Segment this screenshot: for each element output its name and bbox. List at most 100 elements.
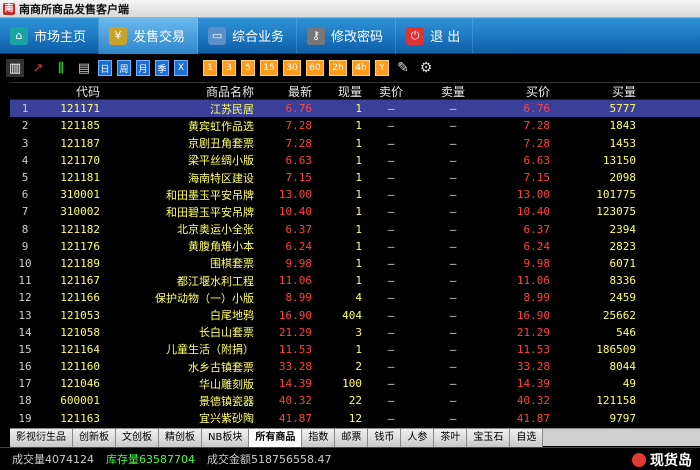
table-row[interactable]: 3 121187 京剧丑角套票 7.28 1 — — 7.28 1453: [10, 135, 700, 152]
table-row[interactable]: 11 121167 都江堰水利工程 11.06 1 — — 11.06 8336: [10, 272, 700, 289]
table-cell: 8.99: [523, 291, 551, 305]
tab-4[interactable]: NB板块: [202, 429, 250, 447]
table-cell: —: [387, 274, 395, 288]
period-button-1[interactable]: 周: [117, 60, 131, 76]
table-row[interactable]: 6 310001 和田墨玉平安吊牌 13.00 1 — — 13.00 101775: [10, 186, 700, 203]
table-cell: 121160: [60, 360, 100, 374]
tab-9[interactable]: 人参: [401, 429, 435, 447]
tab-3[interactable]: 精创板: [159, 429, 202, 447]
tab-11[interactable]: 宝玉石: [467, 429, 511, 447]
table-cell: 121167: [60, 274, 100, 288]
bar-chart-icon[interactable]: ▥: [6, 59, 24, 77]
column-header-4[interactable]: 现量: [314, 83, 364, 100]
table-row[interactable]: 13 121053 白尾地鸦 16.90 404 — — 16.90 25662: [10, 306, 700, 323]
table-row[interactable]: 19 121163 宜兴紫砂陶 41.87 12 — — 41.87 9797: [10, 410, 700, 427]
tab-12[interactable]: 自选: [510, 429, 544, 447]
table-row[interactable]: 16 121160 水乡古镇套票 33.28 2 — — 33.28 8044: [10, 358, 700, 375]
menu-item-label: 发售交易: [133, 30, 186, 45]
table-cell: 1: [355, 205, 362, 219]
table-cell: 14.39: [278, 377, 312, 391]
table-cell: —: [449, 394, 457, 408]
table-cell: 1: [355, 188, 362, 202]
table-row[interactable]: 9 121176 黄腹角雉小本 6.24 1 — — 6.24 2823: [10, 238, 700, 255]
tab-8[interactable]: 钱币: [368, 429, 402, 447]
table-cell: 和田碧玉平安吊牌: [166, 205, 254, 219]
table-cell: 121166: [60, 291, 100, 305]
table-cell: —: [449, 153, 457, 167]
tab-2[interactable]: 文创板: [116, 429, 159, 447]
minute-button-2[interactable]: 5: [241, 60, 255, 76]
calendar-icon[interactable]: ▤: [75, 59, 93, 77]
money-bag-icon: ¥: [109, 26, 128, 45]
minute-button-8[interactable]: Y: [375, 60, 389, 76]
table-row[interactable]: 5 121181 海南特区建设 7.15 1 — — 7.15 2098: [10, 169, 700, 186]
table-row[interactable]: 12 121166 保护动物（一）小版 8.99 4 — — 8.99 2459: [10, 289, 700, 306]
table-cell: 2394: [609, 222, 637, 236]
table-cell: —: [387, 119, 395, 133]
title-bar: 南 南商所商品发售客户端: [0, 0, 700, 18]
line-chart-icon[interactable]: ↗: [29, 59, 47, 77]
table-cell: 1843: [609, 119, 637, 133]
period-button-0[interactable]: 日: [98, 60, 112, 76]
table-cell: —: [449, 360, 457, 374]
column-header-5[interactable]: 卖价: [364, 83, 418, 100]
window-title: 南商所商品发售客户端: [19, 2, 129, 16]
menu-item-3[interactable]: ⚷ 修改密码: [297, 17, 397, 54]
table-cell: 11.06: [278, 274, 312, 288]
table-cell: —: [387, 136, 395, 150]
table-cell: 10.40: [516, 205, 550, 219]
tab-5[interactable]: 所有商品: [249, 429, 303, 447]
tab-7[interactable]: 邮票: [335, 429, 369, 447]
tab-10[interactable]: 茶叶: [434, 429, 468, 447]
table-cell: 和田墨玉平安吊牌: [166, 188, 254, 202]
minute-button-1[interactable]: 3: [222, 60, 236, 76]
menu-item-4[interactable]: ⏻ 退 出: [396, 17, 474, 54]
column-header-8[interactable]: 买量: [552, 83, 638, 100]
monitor-icon: ▭: [208, 26, 227, 45]
minute-button-7[interactable]: 4h: [352, 60, 370, 76]
table-cell: 7.28: [523, 119, 551, 133]
tab-1[interactable]: 创新板: [73, 429, 116, 447]
table-row[interactable]: 4 121170 梁平丝绸小版 6.63 1 — — 6.63 13150: [10, 152, 700, 169]
table-cell: 2098: [609, 171, 637, 185]
minute-button-0[interactable]: 1: [203, 60, 217, 76]
table-row[interactable]: 15 121164 儿童生活（附捐） 11.53 1 — — 11.53 186509: [10, 341, 700, 358]
table-cell: 41.87: [516, 411, 550, 425]
table-cell: 121170: [60, 153, 100, 167]
table-cell: 121185: [60, 119, 100, 133]
tab-6[interactable]: 指数: [302, 429, 336, 447]
table-cell: 14.39: [516, 377, 550, 391]
table-row[interactable]: 7 310002 和田碧玉平安吊牌 10.40 1 — — 10.40 123075: [10, 203, 700, 220]
table-row[interactable]: 8 121182 北京奥运小全张 6.37 1 — — 6.37 2394: [10, 221, 700, 238]
menu-item-0[interactable]: ⌂ 市场主页: [0, 17, 100, 54]
column-header-2[interactable]: 商品名称: [102, 83, 256, 100]
column-header-1[interactable]: 代码: [40, 83, 102, 100]
menu-item-2[interactable]: ▭ 综合业务: [198, 17, 298, 54]
table-cell: —: [449, 205, 457, 219]
minute-button-4[interactable]: 30: [283, 60, 301, 76]
menu-item-1[interactable]: ¥ 发售交易: [99, 17, 199, 54]
tab-0[interactable]: 影视衍生品: [10, 429, 73, 447]
settings-gear-icon[interactable]: ⚙: [417, 59, 435, 77]
table-row[interactable]: 18 600001 景德镇瓷器 40.32 22 — — 40.32 121158: [10, 392, 700, 409]
column-header-3[interactable]: 最新: [256, 83, 314, 100]
table-cell: 186509: [596, 342, 636, 356]
period-button-4[interactable]: X: [174, 60, 188, 76]
candlestick-icon[interactable]: ⫼: [52, 59, 70, 77]
minute-button-5[interactable]: 60: [306, 60, 324, 76]
table-row[interactable]: 14 121058 长白山套票 21.29 3 — — 21.29 546: [10, 324, 700, 341]
period-button-2[interactable]: 月: [136, 60, 150, 76]
table-cell: 7.28: [523, 136, 551, 150]
draw-tool-icon[interactable]: ✎: [394, 59, 412, 77]
minute-button-3[interactable]: 15: [260, 60, 278, 76]
table-row[interactable]: 17 121046 华山雕刻版 14.39 100 — — 14.39 49: [10, 375, 700, 392]
column-header-6[interactable]: 卖量: [418, 83, 488, 100]
table-row[interactable]: 1 121171 江苏民居 6.76 1 — — 6.76 5777: [10, 100, 700, 118]
table-cell: 1: [355, 136, 362, 150]
table-row[interactable]: 2 121185 黄宾虹作品选 7.28 1 — — 7.28 1843: [10, 117, 700, 134]
table-cell: 儿童生活（附捐）: [166, 343, 254, 357]
period-button-3[interactable]: 季: [155, 60, 169, 76]
minute-button-6[interactable]: 2h: [329, 60, 347, 76]
table-row[interactable]: 10 121189 围棋套票 9.98 1 — — 9.98 6071: [10, 255, 700, 272]
column-header-7[interactable]: 买价: [488, 83, 552, 100]
